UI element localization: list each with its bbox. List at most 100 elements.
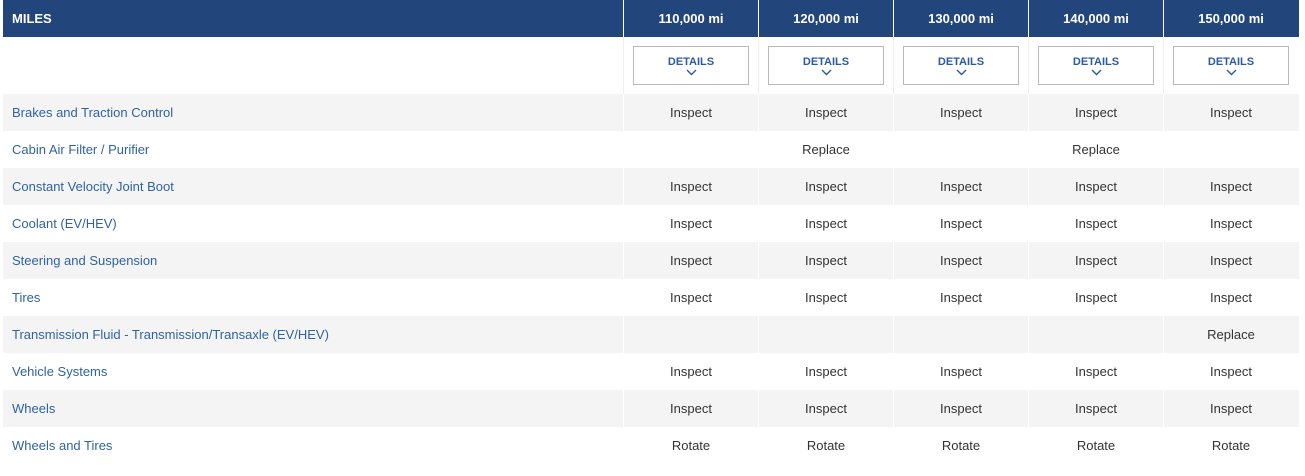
value-cell (758, 316, 893, 353)
value-cell: Inspect (623, 353, 758, 390)
table-row: Coolant (EV/HEV) Inspect Inspect Inspect… (3, 205, 1299, 242)
item-link[interactable]: Wheels and Tires (12, 438, 112, 453)
details-cell: DETAILS (1028, 37, 1163, 94)
value-cell: Inspect (758, 94, 893, 131)
details-label: DETAILS (667, 55, 715, 68)
value-cell (623, 131, 758, 168)
item-cell: Steering and Suspension (3, 242, 623, 279)
value-cell: Inspect (623, 390, 758, 427)
value-cell: Inspect (893, 242, 1028, 279)
value-cell: Inspect (1028, 168, 1163, 205)
value-cell: Inspect (1028, 279, 1163, 316)
value-cell: Rotate (893, 427, 1028, 464)
value-cell: Replace (758, 131, 893, 168)
item-cell: Transmission Fluid - Transmission/Transa… (3, 316, 623, 353)
table-row: Steering and Suspension Inspect Inspect … (3, 242, 1299, 279)
details-label: DETAILS (1072, 55, 1120, 68)
table-row: Tires Inspect Inspect Inspect Inspect In… (3, 279, 1299, 316)
value-cell (1163, 131, 1298, 168)
value-cell: Inspect (1163, 168, 1298, 205)
table-row: Constant Velocity Joint Boot Inspect Ins… (3, 168, 1299, 205)
details-cell: DETAILS (1163, 37, 1298, 94)
table-row: Cabin Air Filter / Purifier Replace Repl… (3, 131, 1299, 168)
details-button[interactable]: DETAILS (903, 46, 1019, 85)
item-link[interactable]: Brakes and Traction Control (12, 105, 173, 120)
mileage-header: 120,000 mi (758, 0, 893, 37)
value-cell: Inspect (1163, 94, 1298, 131)
chevron-down-icon (821, 69, 831, 75)
item-link[interactable]: Coolant (EV/HEV) (12, 216, 117, 231)
item-cell: Tires (3, 279, 623, 316)
value-cell: Inspect (893, 205, 1028, 242)
details-cell: DETAILS (758, 37, 893, 94)
item-link[interactable]: Cabin Air Filter / Purifier (12, 142, 149, 157)
chevron-down-icon (1091, 69, 1101, 75)
item-link[interactable]: Tires (12, 290, 40, 305)
details-label: DETAILS (802, 55, 850, 68)
value-cell: Inspect (758, 168, 893, 205)
item-link[interactable]: Transmission Fluid - Transmission/Transa… (12, 327, 329, 342)
table-row: Transmission Fluid - Transmission/Transa… (3, 316, 1299, 353)
value-cell: Inspect (623, 242, 758, 279)
value-cell: Inspect (758, 353, 893, 390)
item-cell: Wheels (3, 390, 623, 427)
chevron-down-icon (956, 69, 966, 75)
value-cell: Inspect (893, 353, 1028, 390)
value-cell: Inspect (758, 242, 893, 279)
value-cell: Inspect (1028, 353, 1163, 390)
chevron-down-icon (686, 69, 696, 75)
value-cell: Rotate (1028, 427, 1163, 464)
value-cell: Inspect (893, 168, 1028, 205)
value-cell: Inspect (1028, 242, 1163, 279)
table-row: Wheels and Tires Rotate Rotate Rotate Ro… (3, 427, 1299, 464)
value-cell: Inspect (623, 205, 758, 242)
miles-header: MILES (12, 11, 52, 26)
value-cell: Replace (1028, 131, 1163, 168)
table-row: Vehicle Systems Inspect Inspect Inspect … (3, 353, 1299, 390)
value-cell (1028, 316, 1163, 353)
value-cell: Inspect (1028, 94, 1163, 131)
item-link[interactable]: Steering and Suspension (12, 253, 157, 268)
details-button[interactable]: DETAILS (1038, 46, 1154, 85)
item-link[interactable]: Constant Velocity Joint Boot (12, 179, 174, 194)
value-cell: Inspect (758, 390, 893, 427)
empty-cell (3, 37, 623, 94)
value-cell (893, 131, 1028, 168)
mileage-header: 150,000 mi (1163, 0, 1298, 37)
table-row: Wheels Inspect Inspect Inspect Inspect I… (3, 390, 1299, 427)
table-row: Brakes and Traction Control Inspect Insp… (3, 94, 1299, 131)
details-cell: DETAILS (623, 37, 758, 94)
value-cell: Inspect (1163, 353, 1298, 390)
value-cell: Inspect (893, 279, 1028, 316)
item-cell: Brakes and Traction Control (3, 94, 623, 131)
value-cell: Rotate (1163, 427, 1298, 464)
value-cell: Inspect (1028, 390, 1163, 427)
value-cell: Inspect (1163, 205, 1298, 242)
details-label: DETAILS (1207, 55, 1255, 68)
item-link[interactable]: Wheels (12, 401, 55, 416)
maintenance-schedule-table: MILES 110,000 mi 120,000 mi 130,000 mi 1… (3, 0, 1299, 464)
chevron-down-icon (1226, 69, 1236, 75)
value-cell: Inspect (1163, 279, 1298, 316)
value-cell: Inspect (893, 390, 1028, 427)
item-cell: Vehicle Systems (3, 353, 623, 390)
details-button[interactable]: DETAILS (1173, 46, 1289, 85)
value-cell: Inspect (623, 168, 758, 205)
value-cell: Inspect (623, 279, 758, 316)
details-label: DETAILS (937, 55, 985, 68)
mileage-header: 130,000 mi (893, 0, 1028, 37)
value-cell: Inspect (893, 94, 1028, 131)
details-button[interactable]: DETAILS (768, 46, 884, 85)
value-cell: Inspect (1028, 205, 1163, 242)
value-cell: Rotate (758, 427, 893, 464)
item-link[interactable]: Vehicle Systems (12, 364, 107, 379)
item-cell: Wheels and Tires (3, 427, 623, 464)
value-cell: Inspect (758, 279, 893, 316)
value-cell: Rotate (623, 427, 758, 464)
value-cell: Replace (1163, 316, 1298, 353)
value-cell (623, 316, 758, 353)
value-cell: Inspect (1163, 390, 1298, 427)
details-cell: DETAILS (893, 37, 1028, 94)
mileage-header: 140,000 mi (1028, 0, 1163, 37)
details-button[interactable]: DETAILS (633, 46, 749, 85)
